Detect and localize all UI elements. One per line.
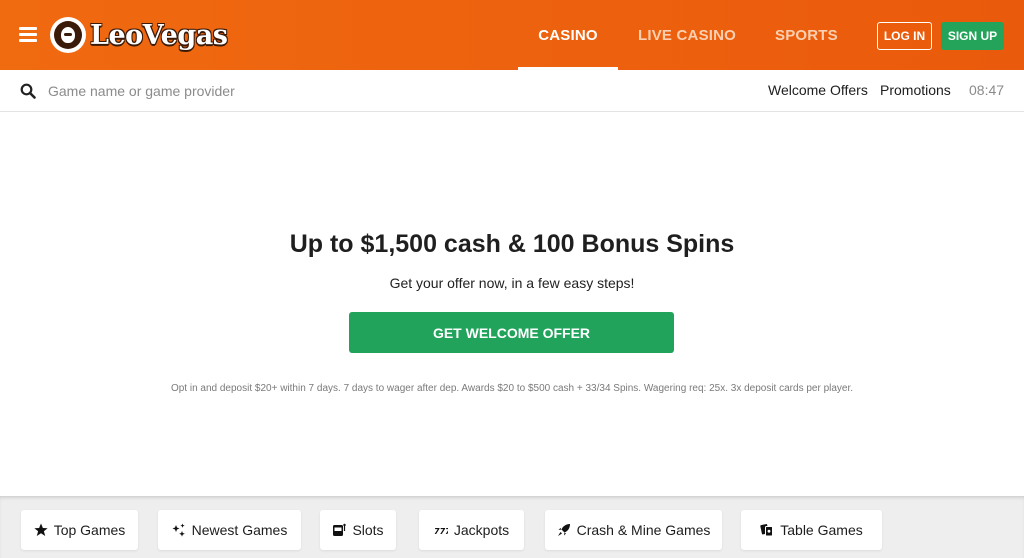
category-top-games[interactable]: Top Games [21,510,138,550]
rocket-icon [557,524,570,536]
search-bar: Welcome Offers Promotions 08:47 [0,70,1024,112]
slot-machine-icon [333,523,347,536]
category-label: Top Games [53,522,126,538]
welcome-offers-link[interactable]: Welcome Offers [768,82,868,98]
category-label: Slots [352,522,384,538]
offer-subtitle: Get your offer now, in a few easy steps! [389,275,635,291]
category-label: Crash & Mine Games [576,522,711,538]
login-button[interactable]: LOG IN [877,22,932,50]
sparkle-icon [172,523,185,537]
category-label: Table Games [780,522,863,538]
category-slots[interactable]: Slots [320,510,396,550]
lion-icon [50,17,86,53]
get-welcome-offer-button[interactable]: GET WELCOME OFFER [349,312,674,353]
category-jackpots[interactable]: 777 Jackpots [419,510,524,550]
search-input[interactable] [48,79,448,103]
logo[interactable]: LeoVegas [50,16,228,54]
hamburger-icon[interactable] [19,27,37,42]
top-header: LeoVegas CASINO LIVE CASINO SPORTS LOG I… [0,0,1024,70]
category-crash-mine-games[interactable]: Crash & Mine Games [545,510,722,550]
star-icon [34,523,48,536]
category-label: Jackpots [453,522,510,538]
clock: 08:47 [969,82,1005,98]
logo-text: LeoVegas [90,19,228,51]
search-icon[interactable] [20,83,36,99]
category-label: Newest Games [191,522,288,538]
tab-sports[interactable]: SPORTS [775,0,838,70]
promotions-link[interactable]: Promotions [880,82,951,98]
tab-casino[interactable]: CASINO [518,0,618,70]
category-strip: Top Games Newest Games Slots 777 Jackpot… [0,496,1024,558]
jackpot-777-icon: 777 [434,527,448,536]
category-newest-games[interactable]: Newest Games [158,510,301,550]
tab-live-casino[interactable]: LIVE CASINO [638,0,736,70]
offer-terms: Opt in and deposit $20+ within 7 days. 7… [170,383,854,394]
offer-title: Up to $1,500 cash & 100 Bonus Spins [289,230,735,258]
svg-text:777: 777 [434,527,448,536]
cards-icon [760,524,774,537]
signup-button[interactable]: SIGN UP [941,22,1004,50]
category-table-games[interactable]: Table Games [741,510,882,550]
